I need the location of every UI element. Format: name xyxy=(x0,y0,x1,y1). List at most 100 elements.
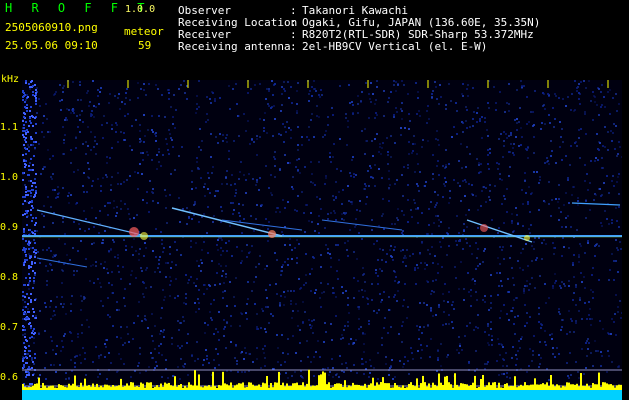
noise-speck xyxy=(401,80,403,82)
noise-speck xyxy=(299,172,301,174)
power-bar xyxy=(230,382,232,390)
noise-speck xyxy=(158,148,160,150)
noise-speck xyxy=(529,211,531,213)
noise-speck xyxy=(134,171,136,173)
power-bar xyxy=(336,383,338,390)
noise-speck xyxy=(321,94,323,96)
power-bar xyxy=(400,387,402,390)
noise-speck xyxy=(29,117,31,119)
noise-speck xyxy=(447,301,449,303)
noise-speck xyxy=(222,140,224,142)
power-bar xyxy=(254,386,256,390)
noise-speck xyxy=(335,315,337,317)
noise-speck xyxy=(395,81,397,83)
noise-speck xyxy=(472,278,474,280)
noise-speck xyxy=(606,371,608,373)
noise-speck xyxy=(301,144,303,146)
noise-speck xyxy=(259,255,261,257)
noise-speck xyxy=(616,155,618,157)
noise-speck xyxy=(532,354,534,356)
noise-speck xyxy=(335,196,337,198)
noise-speck xyxy=(31,138,33,140)
noise-speck xyxy=(346,249,348,251)
noise-speck xyxy=(303,284,305,286)
noise-speck xyxy=(289,162,291,164)
noise-speck xyxy=(347,255,349,257)
noise-speck xyxy=(516,214,518,216)
noise-speck xyxy=(575,286,577,288)
noise-speck xyxy=(506,188,508,190)
noise-speck xyxy=(604,106,606,108)
noise-speck xyxy=(518,145,520,147)
noise-speck xyxy=(368,323,370,325)
noise-speck xyxy=(207,252,209,254)
noise-speck xyxy=(446,356,448,358)
noise-speck xyxy=(34,353,36,355)
noise-speck xyxy=(139,353,141,355)
noise-speck xyxy=(47,149,49,151)
power-bar xyxy=(108,385,110,390)
noise-speck xyxy=(280,270,282,272)
noise-speck xyxy=(308,319,310,321)
noise-speck xyxy=(496,162,498,164)
noise-speck xyxy=(434,81,436,83)
noise-speck xyxy=(435,204,437,206)
noise-speck xyxy=(311,221,313,223)
noise-speck xyxy=(324,227,326,229)
noise-speck xyxy=(107,214,109,216)
noise-speck xyxy=(552,285,554,287)
noise-speck xyxy=(24,353,26,355)
noise-speck xyxy=(191,218,193,220)
noise-speck xyxy=(507,278,509,280)
noise-speck xyxy=(64,134,66,136)
noise-speck xyxy=(414,171,416,173)
noise-speck xyxy=(279,169,281,171)
noise-speck xyxy=(164,189,166,191)
noise-speck xyxy=(83,172,85,174)
noise-speck xyxy=(618,366,620,368)
noise-speck xyxy=(221,275,223,277)
power-bar xyxy=(242,382,244,390)
noise-speck xyxy=(420,357,422,359)
noise-speck xyxy=(544,123,546,125)
noise-speck xyxy=(34,182,36,184)
noise-speck xyxy=(401,341,403,343)
noise-speck xyxy=(448,323,450,325)
y-tick-label: 0.8 xyxy=(0,272,19,283)
noise-speck xyxy=(263,352,265,354)
power-bar xyxy=(320,374,322,390)
power-bar xyxy=(106,384,108,390)
noise-speck xyxy=(379,268,381,270)
noise-speck xyxy=(28,288,30,290)
noise-speck xyxy=(496,272,498,274)
power-bar xyxy=(84,378,86,390)
noise-speck xyxy=(430,293,432,295)
noise-speck xyxy=(374,103,376,105)
noise-speck xyxy=(461,167,463,169)
noise-speck xyxy=(135,250,137,252)
noise-speck xyxy=(179,378,181,380)
noise-speck xyxy=(125,92,127,94)
noise-speck xyxy=(30,195,32,197)
noise-speck xyxy=(430,338,432,340)
noise-speck xyxy=(332,292,334,294)
noise-speck xyxy=(616,181,618,183)
noise-speck xyxy=(559,313,561,315)
noise-speck xyxy=(563,246,565,248)
y-axis-unit: kHz xyxy=(1,74,20,85)
noise-speck xyxy=(90,131,92,133)
noise-speck xyxy=(268,322,270,324)
noise-speck xyxy=(511,310,513,312)
noise-speck xyxy=(287,290,289,292)
noise-speck xyxy=(133,238,135,240)
noise-speck xyxy=(513,143,515,145)
noise-speck xyxy=(31,261,33,263)
noise-speck xyxy=(88,326,90,328)
power-bar xyxy=(168,382,170,390)
noise-speck xyxy=(96,143,98,145)
noise-speck xyxy=(524,304,526,306)
noise-speck xyxy=(275,211,277,213)
noise-speck xyxy=(600,106,602,108)
noise-speck xyxy=(212,166,214,168)
noise-speck xyxy=(480,163,482,165)
